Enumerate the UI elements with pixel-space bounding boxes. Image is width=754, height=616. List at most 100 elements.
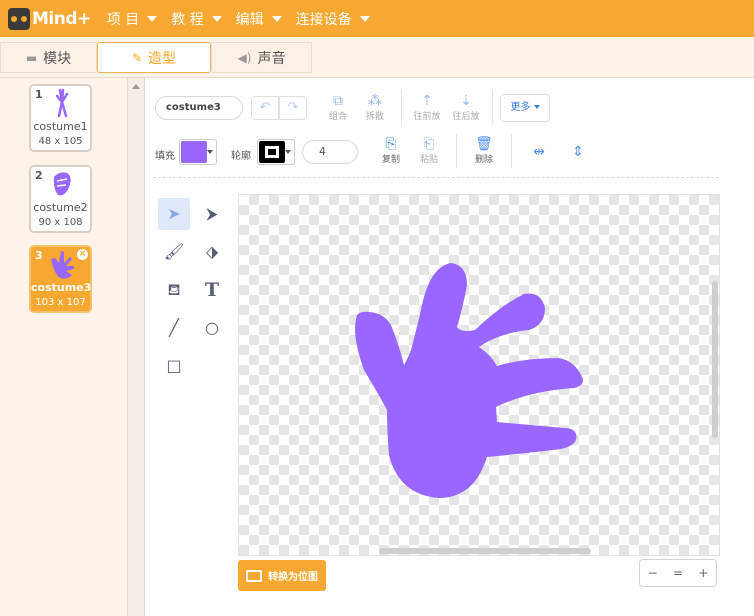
undo-button[interactable]: ↶ <box>251 96 279 120</box>
group-button[interactable]: ⧉ 组合 <box>323 93 353 122</box>
arrow-down-icon: ⇣ <box>460 93 472 109</box>
tab-costumes-label: 造型 <box>148 50 177 67</box>
costume-item-3[interactable]: 3 × costume3 103 x 107 <box>29 245 92 313</box>
zoom-in-button[interactable]: + <box>691 560 716 586</box>
costume-name: costume3 <box>31 281 92 294</box>
ungroup-icon: ⁂ <box>368 93 382 109</box>
text-icon: T <box>204 279 220 301</box>
zoom-reset-button[interactable]: = <box>665 560 690 586</box>
more-button[interactable]: 更多 <box>500 94 550 122</box>
brush-tool[interactable]: 🖌 <box>158 236 190 268</box>
menu-connect-device-label: 连接设备 <box>295 11 352 28</box>
backward-button[interactable]: ⇣ 往后放 <box>451 93 481 122</box>
delete-costume-icon[interactable]: × <box>77 249 88 260</box>
tab-blocks-label: 模块 <box>43 50 72 67</box>
menu-tutorial-label: 教 程 <box>171 11 204 28</box>
convert-to-bitmap-button[interactable]: 转换为位图 <box>238 560 326 591</box>
canvas-vertical-scrollbar[interactable] <box>712 281 718 438</box>
outline-width-input[interactable]: 4 <box>302 140 358 164</box>
chevron-down-icon <box>207 150 213 154</box>
fill-tool[interactable]: ⛾ <box>158 274 190 306</box>
flip-horizontal-button[interactable]: ⇹ <box>524 144 554 160</box>
menu-project[interactable]: 项 目 <box>106 9 158 29</box>
drawing-canvas[interactable] <box>238 194 720 556</box>
hand-costume-shape <box>355 263 583 498</box>
brush-icon: 🖌 <box>163 242 185 261</box>
reshape-icon: ⮞ <box>206 204 218 223</box>
text-tool[interactable]: T <box>196 274 228 306</box>
app-logo[interactable]: Mind+ <box>8 7 91 30</box>
tab-costumes[interactable]: ✎ 造型 <box>97 42 211 73</box>
menu-tutorial[interactable]: 教 程 <box>171 9 222 29</box>
costume-size: 48 x 105 <box>38 136 83 147</box>
paste-icon: ⎗ <box>423 136 435 152</box>
redo-button[interactable]: ↷ <box>279 96 307 120</box>
flip-vertical-button[interactable]: ⇕ <box>563 144 593 160</box>
paste-button[interactable]: ⎗ 粘贴 <box>414 136 444 165</box>
blocks-icon: ▬ <box>25 50 38 65</box>
flip-horizontal-icon: ⇹ <box>533 144 545 160</box>
fill-label: 填充 <box>155 151 175 162</box>
ungroup-label: 拆散 <box>365 112 384 122</box>
group-label: 组合 <box>328 112 347 122</box>
toolbar-divider <box>401 90 402 124</box>
app-logo-text: Mind+ <box>32 8 91 29</box>
menu-connect-device[interactable]: 连接设备 <box>296 9 370 29</box>
costume-list: 1 costume1 48 x 105 2 costume2 90 x 108 … <box>0 78 128 616</box>
eraser-icon: ⬗ <box>205 242 219 261</box>
forward-label: 往前放 <box>413 112 441 122</box>
delete-button[interactable]: 🗑 删除 <box>469 136 499 165</box>
forward-button[interactable]: ⇡ 往前放 <box>412 93 442 122</box>
chevron-down-icon <box>271 15 282 22</box>
costume-number: 3 <box>35 249 43 262</box>
flip-vertical-icon: ⇕ <box>572 144 584 160</box>
costume-size: 103 x 107 <box>35 297 86 308</box>
editor-tabs: ▬ 模块 ✎ 造型 ◀) 声音 <box>0 37 754 78</box>
costume-size: 90 x 108 <box>38 217 83 228</box>
menu-project-label: 项 目 <box>106 11 140 28</box>
fill-color-swatch <box>181 141 207 163</box>
tab-sounds[interactable]: ◀) 声音 <box>211 42 312 73</box>
circle-icon: ○ <box>205 318 219 337</box>
outline-color-picker[interactable] <box>257 139 295 165</box>
reshape-tool[interactable]: ⮞ <box>196 198 228 230</box>
line-tool[interactable]: ╱ <box>158 312 190 344</box>
menu-edit[interactable]: 编辑 <box>236 9 282 29</box>
paint-editor: costume3 ↶ ↷ ⧉ 组合 ⁂ 拆散 ⇡ 往前放 ⇣ 往后放 更多 填充… <box>145 78 754 616</box>
costume-item-2[interactable]: 2 costume2 90 x 108 <box>29 165 92 233</box>
outline-label: 轮廓 <box>231 151 251 162</box>
brush-icon: ✎ <box>131 50 143 65</box>
toolbar-divider <box>511 134 512 168</box>
rectangle-tool[interactable]: □ <box>158 350 190 382</box>
eraser-tool[interactable]: ⬗ <box>196 236 228 268</box>
more-label: 更多 <box>510 102 531 113</box>
costume-name: costume1 <box>33 120 88 133</box>
costume-thumbnail <box>53 172 71 196</box>
select-tool[interactable]: ➤ <box>158 198 190 230</box>
costume-number: 2 <box>35 169 43 182</box>
copy-label: 复制 <box>381 155 400 165</box>
chevron-down-icon <box>533 105 540 109</box>
zoom-out-button[interactable]: − <box>640 560 665 586</box>
toolbar-divider <box>456 134 457 168</box>
chevron-down-icon <box>359 15 370 22</box>
costume-list-scrollbar[interactable] <box>128 78 145 616</box>
line-icon: ╱ <box>169 318 179 337</box>
backward-label: 往后放 <box>452 112 480 122</box>
chevron-down-icon <box>147 15 158 22</box>
chevron-down-icon <box>285 150 291 154</box>
cursor-icon: ➤ <box>167 204 181 223</box>
scroll-up-icon[interactable] <box>132 84 140 89</box>
costume-name-input[interactable]: costume3 <box>155 96 243 120</box>
ungroup-button[interactable]: ⁂ 拆散 <box>360 93 390 122</box>
copy-button[interactable]: ⎘ 复制 <box>376 136 406 165</box>
circle-tool[interactable]: ○ <box>196 312 228 344</box>
speaker-icon: ◀) <box>237 50 252 65</box>
tab-blocks[interactable]: ▬ 模块 <box>0 42 97 73</box>
chevron-down-icon <box>211 15 222 22</box>
costume-name: costume2 <box>33 201 88 214</box>
fill-bucket-icon: ⛾ <box>167 280 181 299</box>
costume-item-1[interactable]: 1 costume1 48 x 105 <box>29 84 92 152</box>
fill-color-picker[interactable] <box>179 139 217 165</box>
canvas-horizontal-scrollbar[interactable] <box>379 548 591 554</box>
